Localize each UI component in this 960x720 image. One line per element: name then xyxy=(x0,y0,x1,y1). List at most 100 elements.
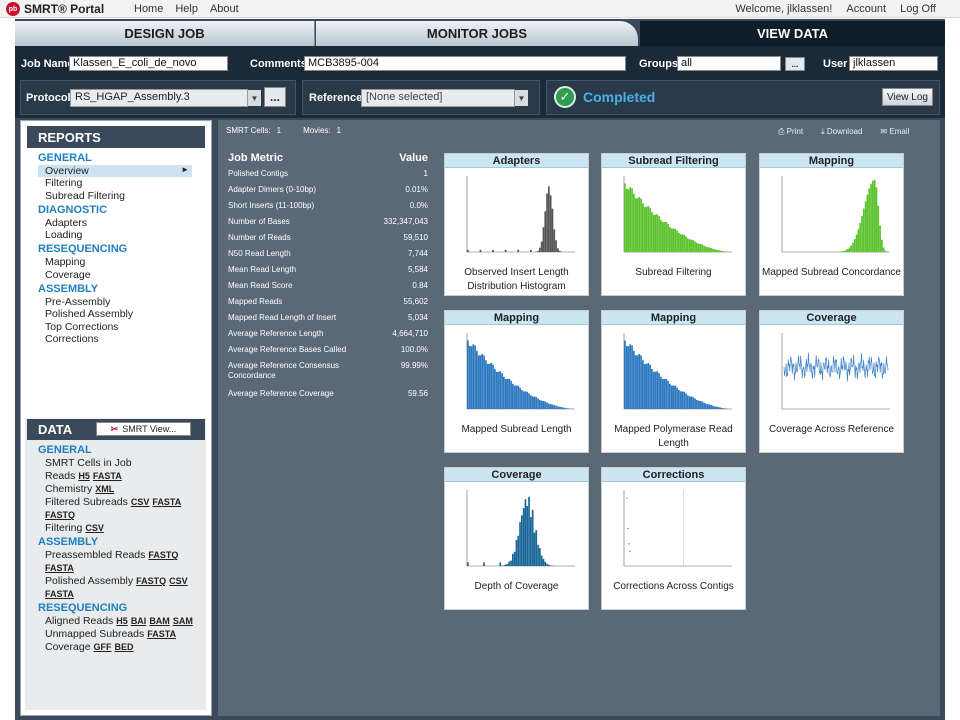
report-corrections[interactable]: Corrections xyxy=(38,333,204,346)
chemistry-xml-link[interactable]: XML xyxy=(95,484,114,494)
histogram-bar xyxy=(512,383,514,409)
report-card[interactable]: Mapping Mapped Polymerase Read Length xyxy=(601,310,746,453)
report-mapping[interactable]: Mapping xyxy=(38,256,204,269)
tab-view-data[interactable]: VIEW DATA xyxy=(640,21,945,46)
job-name-field[interactable]: Klassen_E_coli_de_novo xyxy=(69,56,228,71)
protocol-select[interactable]: RS_HGAP_Assembly.3 xyxy=(70,89,248,107)
report-pre-assembly[interactable]: Pre-Assembly xyxy=(38,296,204,309)
filtered-fasta-link[interactable]: FASTA xyxy=(152,497,181,507)
report-card[interactable]: Mapping Mapped Subread Length xyxy=(444,310,589,453)
coverage-bed-link[interactable]: BED xyxy=(115,642,134,652)
histogram-bar xyxy=(873,179,876,252)
preassembled-fastq-link[interactable]: FASTQ xyxy=(148,550,178,560)
groups-field[interactable]: all xyxy=(677,56,781,71)
aligned-sam-link[interactable]: SAM xyxy=(173,616,193,626)
histogram-bar xyxy=(531,509,534,566)
report-subread-filtering[interactable]: Subread Filtering xyxy=(38,190,204,204)
histogram-bar xyxy=(470,346,473,409)
nav-home-link[interactable]: Home xyxy=(134,3,163,15)
histogram-bar xyxy=(701,244,704,252)
logoff-link[interactable]: Log Off xyxy=(900,3,936,15)
preassembled-fasta-link[interactable]: FASTA xyxy=(45,563,74,573)
histogram-bar xyxy=(638,353,641,409)
download-action[interactable]: ⤓ Download xyxy=(821,127,862,137)
nav-about-link[interactable]: About xyxy=(210,3,239,15)
report-filtering[interactable]: Filtering xyxy=(38,177,204,190)
histogram-bar xyxy=(503,565,505,566)
data-resequencing-heading: RESEQUENCING xyxy=(38,602,128,614)
report-adapters[interactable]: Adapters xyxy=(38,217,204,230)
reads-fasta-link[interactable]: FASTA xyxy=(93,471,122,481)
filtered-csv-link[interactable]: CSV xyxy=(131,497,150,507)
nav-help-link[interactable]: Help xyxy=(175,3,198,15)
metric-value: 4,664,710 xyxy=(392,329,428,338)
aligned-h5-link[interactable]: H5 xyxy=(116,616,128,626)
report-card[interactable]: Adapters Observed Insert Length Distribut… xyxy=(444,153,589,296)
report-card[interactable]: Coverage Depth of Coverage xyxy=(444,467,589,610)
coverage-gff-link[interactable]: GFF xyxy=(94,642,112,652)
protocol-dropdown-icon[interactable]: ▼ xyxy=(247,90,261,106)
data-smrt-cells-link[interactable]: SMRT Cells in Job xyxy=(38,457,204,470)
metric-value: 55,602 xyxy=(403,297,428,306)
smrt-view-button[interactable]: ✂ SMRT View... xyxy=(96,422,191,436)
groups-picker-button[interactable]: ... xyxy=(785,57,805,71)
view-log-button[interactable]: View Log xyxy=(882,88,933,106)
report-card[interactable]: Corrections Corrections Across Contigs xyxy=(601,467,746,610)
metric-row: Mean Read Score 0.84 xyxy=(228,281,428,297)
histogram-bar xyxy=(549,404,552,409)
value-column-header: Value xyxy=(399,152,428,164)
report-top-corrections[interactable]: Top Corrections xyxy=(38,321,204,334)
aligned-bam-link[interactable]: BAM xyxy=(149,616,170,626)
aligned-bai-link[interactable]: BAI xyxy=(131,616,147,626)
histogram-bar xyxy=(551,208,554,252)
report-loading[interactable]: Loading xyxy=(38,229,204,243)
email-label: Email xyxy=(889,127,910,136)
polished-csv-link[interactable]: CSV xyxy=(169,576,188,586)
card-caption: Subread Filtering xyxy=(635,267,712,278)
histogram-bar xyxy=(512,553,514,566)
report-card[interactable]: Mapping Mapped Subread Concordance xyxy=(759,153,904,296)
user-field[interactable]: jlklassen xyxy=(849,56,938,71)
report-card[interactable]: Coverage Coverage Across Reference xyxy=(759,310,904,453)
histogram-bar xyxy=(558,250,561,252)
chart-axes xyxy=(781,333,890,410)
data-filtering: Filtering CSV xyxy=(38,522,204,536)
reads-h5-link[interactable]: H5 xyxy=(78,471,90,481)
histogram-bar xyxy=(714,406,716,409)
account-link[interactable]: Account xyxy=(846,3,886,15)
histogram-bar xyxy=(553,229,556,252)
protocol-options-button[interactable]: ... xyxy=(264,87,286,107)
app-logo[interactable]: pb SMRT® Portal xyxy=(6,1,104,17)
tab-monitor-jobs[interactable]: MONITOR JOBS xyxy=(316,21,638,46)
tab-design-job[interactable]: DESIGN JOB xyxy=(15,21,315,46)
histogram-bar xyxy=(674,385,677,409)
polished-fastq-link[interactable]: FASTQ xyxy=(136,576,166,586)
histogram-bar xyxy=(645,206,648,252)
selected-arrow-icon: ► xyxy=(181,165,189,174)
unmapped-fasta-link[interactable]: FASTA xyxy=(147,629,176,639)
reference-dropdown-icon[interactable]: ▼ xyxy=(514,90,528,106)
metric-row: Number of Bases 332,347,043 xyxy=(228,217,428,233)
filtered-fastq-link[interactable]: FASTQ xyxy=(45,510,75,520)
metric-label: Average Reference Consensus Concordance xyxy=(228,361,340,380)
report-card[interactable]: Subread Filtering Subread Filtering xyxy=(601,153,746,296)
metric-label: Average Reference Length xyxy=(228,329,324,338)
filtering-csv-link[interactable]: CSV xyxy=(85,523,104,533)
movies-value: 1 xyxy=(336,126,342,135)
email-action[interactable]: ✉ Email xyxy=(880,127,909,137)
histogram-bar xyxy=(548,403,550,409)
comments-field[interactable]: MCB3895-004 xyxy=(304,56,626,71)
polished-fasta-link[interactable]: FASTA xyxy=(45,589,74,599)
report-overview[interactable]: Overview ► xyxy=(38,165,192,177)
report-coverage[interactable]: Coverage xyxy=(38,269,204,283)
histogram-bar xyxy=(504,564,507,566)
histogram-bar xyxy=(706,404,709,409)
histogram-bar xyxy=(555,240,557,252)
histogram-bar xyxy=(483,562,485,566)
reference-select[interactable]: [None selected] xyxy=(361,89,515,107)
histogram-bar xyxy=(540,555,543,566)
print-action[interactable]: ⎙ Print xyxy=(778,127,803,137)
histogram-bar xyxy=(468,345,471,409)
report-polished-assembly[interactable]: Polished Assembly xyxy=(38,308,204,321)
comments-label: Comments xyxy=(250,58,307,70)
